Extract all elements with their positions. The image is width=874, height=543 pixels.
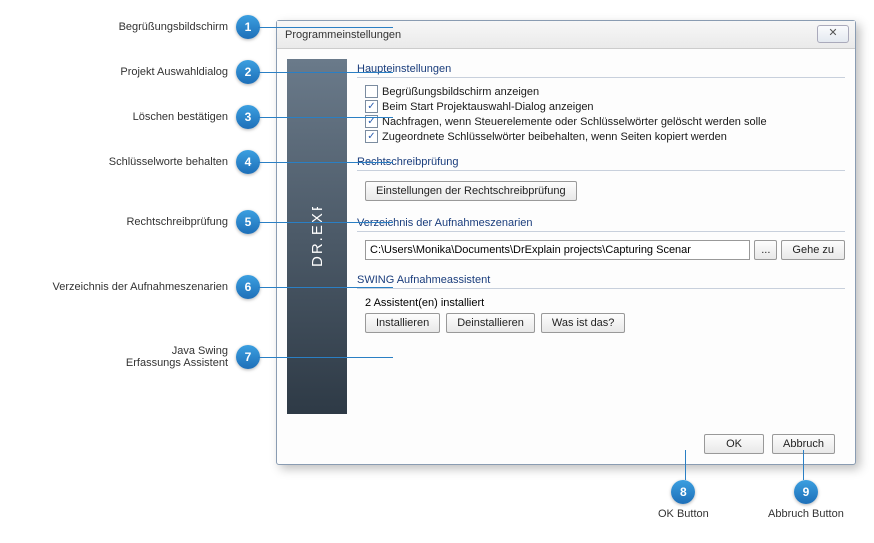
titlebar: Programmeinstellungen ✕ xyxy=(277,21,855,49)
callout-label-9: Abbruch Button xyxy=(768,508,844,520)
brand-text: DR.EXPLAIN xyxy=(309,207,326,267)
callout-label-1: Begrüßungsbildschirm xyxy=(119,21,228,33)
callout-label-5: Rechtschreibprüfung xyxy=(126,216,228,228)
whatis-button[interactable]: Was ist das? xyxy=(541,313,626,333)
checkbox-welcome[interactable] xyxy=(365,85,378,98)
callout-label-2: Projekt Auswahldialog xyxy=(120,66,228,78)
callout-badge-6: 6 xyxy=(236,275,260,299)
checkbox-confirm-delete-label: Nachfragen, wenn Steuerelemente oder Sch… xyxy=(382,116,767,128)
callout-badge-5: 5 xyxy=(236,210,260,234)
section-header-capture-dir: Verzeichnis der Aufnahmeszenarien xyxy=(357,213,845,232)
callout-label-6: Verzeichnis der Aufnahmeszenarien xyxy=(53,281,229,293)
callout-badge-1: 1 xyxy=(236,15,260,39)
callout-badge-8: 8 xyxy=(671,480,695,504)
checkbox-project-dialog[interactable]: ✓ xyxy=(365,100,378,113)
checkbox-keep-keywords[interactable]: ✓ xyxy=(365,130,378,143)
browse-button[interactable]: ... xyxy=(754,240,777,260)
callout-label-4: Schlüsselworte behalten xyxy=(109,156,228,168)
callout-badge-3: 3 xyxy=(236,105,260,129)
close-button[interactable]: ✕ xyxy=(817,25,849,43)
brand-banner: DR.EXPLAIN xyxy=(287,59,347,414)
install-button[interactable]: Installieren xyxy=(365,313,440,333)
spellcheck-settings-button[interactable]: Einstellungen der Rechtschreibprüfung xyxy=(365,181,577,201)
checkbox-project-dialog-label: Beim Start Projektauswahl-Dialog anzeige… xyxy=(382,101,594,113)
dialog-title: Programmeinstellungen xyxy=(285,29,401,41)
swing-status: 2 Assistent(en) installiert xyxy=(357,295,845,313)
ok-button[interactable]: OK xyxy=(704,434,764,454)
capture-dir-input[interactable] xyxy=(365,240,750,260)
uninstall-button[interactable]: Deinstallieren xyxy=(446,313,535,333)
checkbox-keep-keywords-label: Zugeordnete Schlüsselwörter beibehalten,… xyxy=(382,131,727,143)
section-header-swing: SWING Aufnahmeassistent xyxy=(357,270,845,289)
callout-badge-2: 2 xyxy=(236,60,260,84)
section-header-main: Haupteinstellungen xyxy=(357,59,845,78)
callout-badge-9: 9 xyxy=(794,480,818,504)
close-icon: ✕ xyxy=(828,27,837,39)
callout-badge-4: 4 xyxy=(236,150,260,174)
callout-label-8: OK Button xyxy=(658,508,709,520)
section-header-spell: Rechtschreibprüfung xyxy=(357,152,845,171)
callout-label-7: Java Swing Erfassungs Assistent xyxy=(126,345,228,369)
settings-dialog: Programmeinstellungen ✕ DR.EXPLAIN Haupt… xyxy=(276,20,856,465)
callout-label-3: Löschen bestätigen xyxy=(133,111,228,123)
goto-button[interactable]: Gehe zu xyxy=(781,240,845,260)
callout-badge-7: 7 xyxy=(236,345,260,369)
checkbox-welcome-label: Begrüßungsbildschirm anzeigen xyxy=(382,86,539,98)
